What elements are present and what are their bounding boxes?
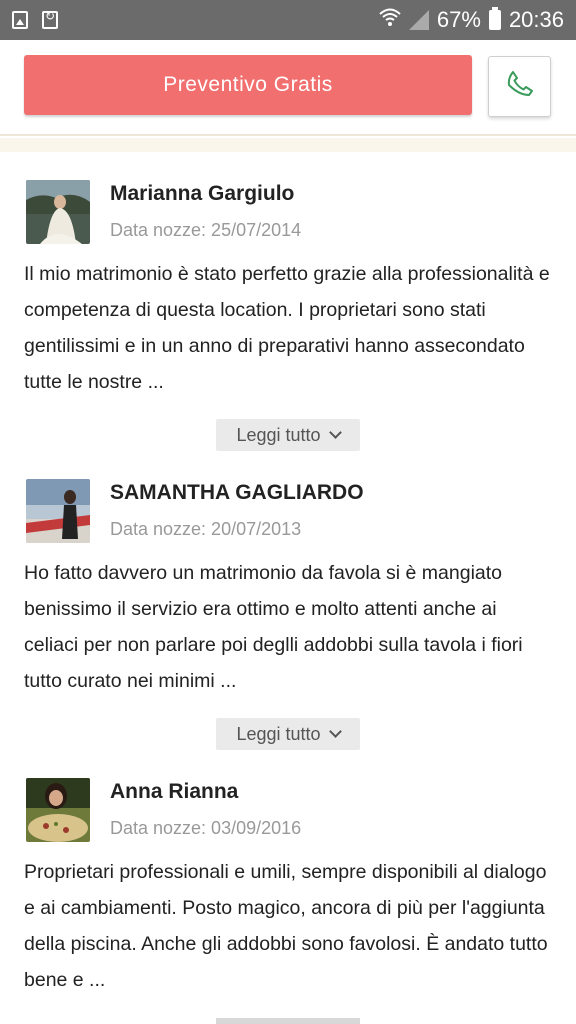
call-button[interactable] [488,56,551,117]
battery-percent: 67% [436,7,481,32]
wedding-date: Data nozze: 25/07/2014 [110,220,302,240]
avatar[interactable] [26,180,90,244]
battery-icon [488,7,501,30]
read-more-label: Leggi tutto [236,723,321,744]
avatar[interactable] [26,479,90,543]
recycle-icon [42,9,58,29]
read-more-label: Leggi tutto [236,424,321,445]
review-text: Il mio matrimonio è stato perfetto grazi… [24,263,550,393]
read-more-button[interactable]: Leggi tutto [216,419,360,451]
read-more-button[interactable] [216,1018,360,1024]
reviewer-name: SAMANTHA GAGLIARDO [110,481,364,504]
signal-icon [408,10,429,30]
status-bar: 67% 20:36 [0,0,576,40]
review-card: SAMANTHA GAGLIARDO Data nozze: 20/07/201… [0,451,576,751]
reviewer-name: Anna Rianna [110,780,239,803]
clock: 20:36 [508,7,564,32]
wifi-icon [379,7,401,33]
status-left [12,9,58,29]
review-text: Ho fatto davvero un matrimonio da favola… [24,562,523,692]
free-quote-button[interactable]: Preventivo Gratis [24,55,472,115]
wedding-date: Data nozze: 20/07/2013 [110,519,302,539]
avatar[interactable] [26,778,90,842]
review-card: Marianna Gargiulo Data nozze: 25/07/2014… [0,152,576,452]
reviewer-name: Marianna Gargiulo [110,182,295,205]
phone-icon [505,69,535,104]
chevron-down-icon [328,426,342,439]
chevron-down-icon [328,725,342,738]
wedding-date: Data nozze: 03/09/2016 [110,818,302,838]
header-divider [0,138,576,152]
review-text: Proprietari professionali e umili, sempr… [24,861,548,991]
read-more-button[interactable]: Leggi tutto [216,718,360,750]
image-icon [12,11,28,29]
status-right: 67% 20:36 [379,7,564,33]
action-header: Preventivo Gratis [0,40,576,136]
review-card: Anna Rianna Data nozze: 03/09/2016 Propr… [0,750,576,1024]
